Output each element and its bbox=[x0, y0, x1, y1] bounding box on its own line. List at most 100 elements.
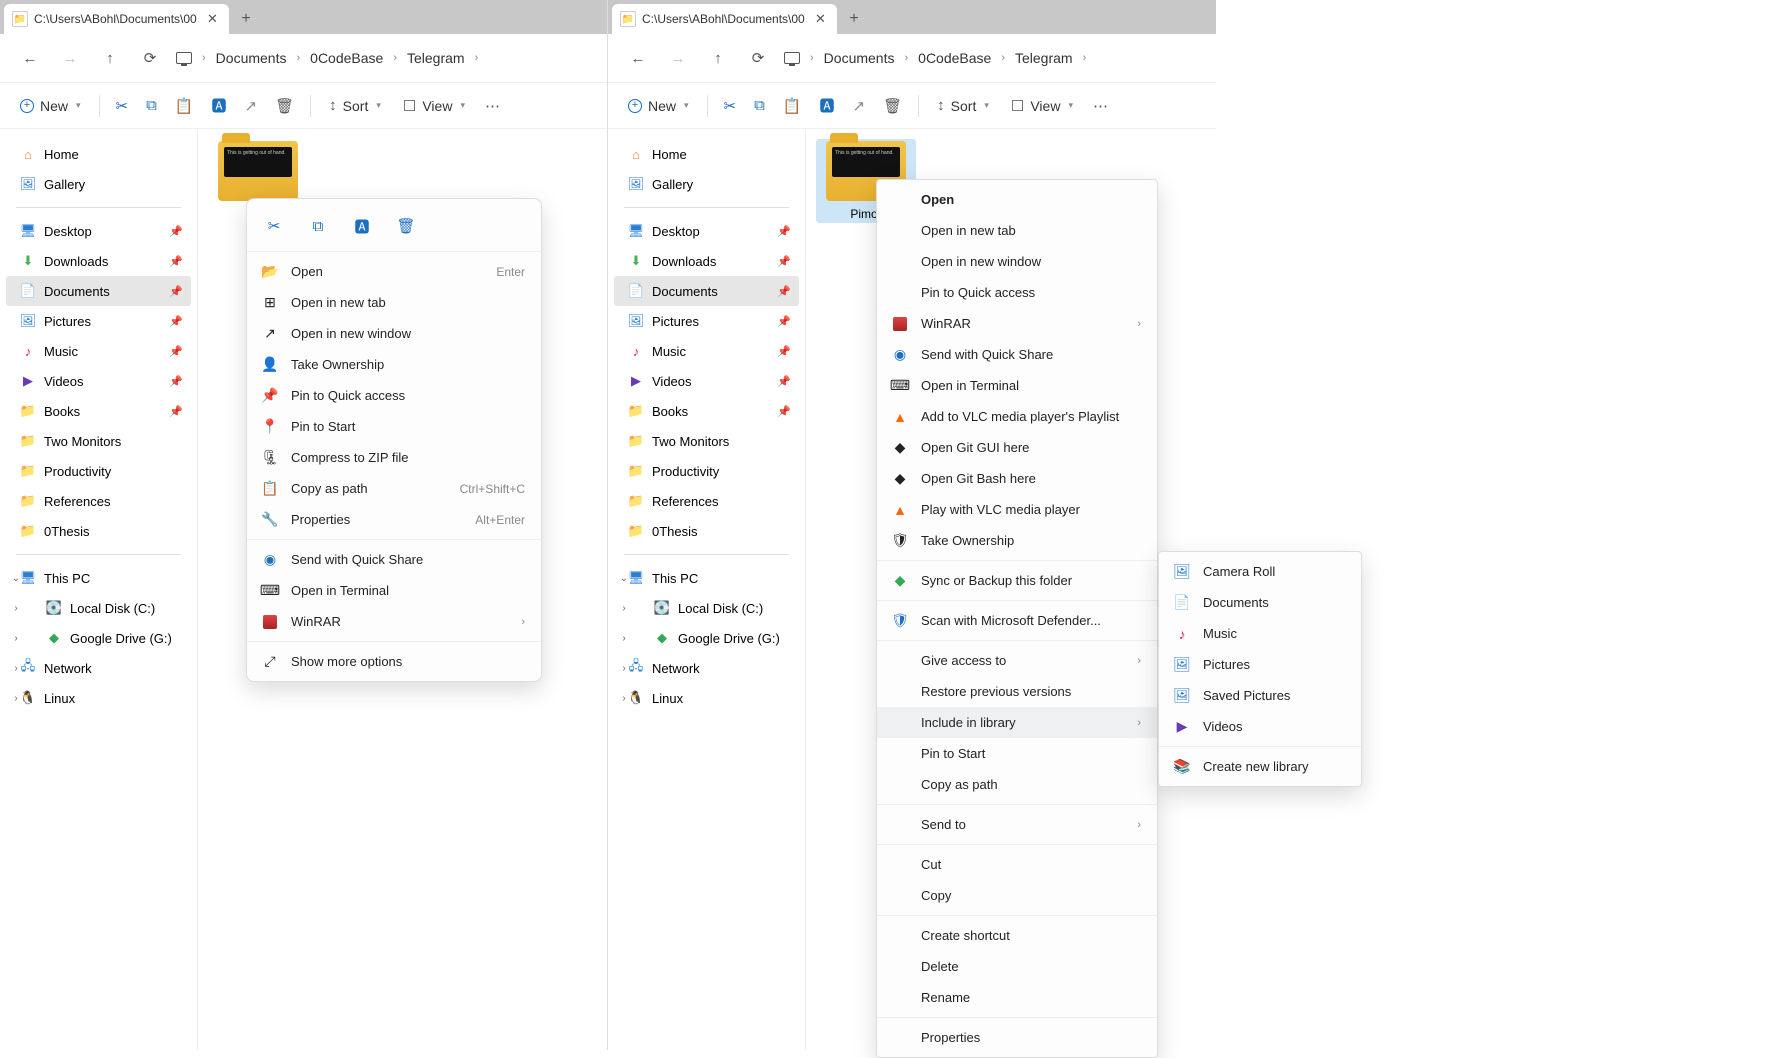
nav-network[interactable]: ›🖧Network bbox=[6, 653, 191, 683]
ctx-delete-icon[interactable]: 🗑 bbox=[389, 209, 423, 243]
ctx-sync-backup[interactable]: ◆Sync or Backup this folder bbox=[877, 565, 1157, 596]
copy-button[interactable]: ⧉ bbox=[746, 89, 773, 123]
ctx-open[interactable]: Open bbox=[877, 184, 1157, 215]
view-button[interactable]: ☐View▾ bbox=[393, 89, 475, 123]
up-button[interactable]: ↑ bbox=[700, 40, 736, 76]
ctx-open-window[interactable]: Open in new window bbox=[877, 246, 1157, 277]
share-button[interactable]: ↗ bbox=[237, 89, 266, 123]
nav-linux[interactable]: ›🐧Linux bbox=[6, 683, 191, 713]
ctx-take-ownership[interactable]: 🛡Take Ownership bbox=[877, 525, 1157, 556]
nav-gallery[interactable]: 🖼Gallery bbox=[6, 169, 191, 199]
ctx-rename[interactable]: Rename bbox=[877, 982, 1157, 1013]
ctx-create-shortcut[interactable]: Create shortcut bbox=[877, 920, 1157, 951]
chevron-down-icon[interactable]: ⌄ bbox=[10, 573, 22, 584]
lib-saved-pictures[interactable]: 🖼Saved Pictures bbox=[1159, 680, 1361, 711]
lib-create-new[interactable]: 📚Create new library bbox=[1159, 751, 1361, 782]
new-button[interactable]: +New▾ bbox=[618, 89, 699, 123]
paste-button[interactable]: 📋 bbox=[775, 89, 810, 123]
ctx-copy[interactable]: Copy bbox=[877, 880, 1157, 911]
ctx-open-terminal[interactable]: ⌨Open in Terminal bbox=[247, 575, 541, 606]
nav-google-drive[interactable]: ›◆Google Drive (G:) bbox=[6, 623, 191, 653]
nav-videos[interactable]: ▶Videos📌 bbox=[6, 366, 191, 396]
ctx-pin-quick-access[interactable]: Pin to Quick access bbox=[877, 277, 1157, 308]
ctx-restore-versions[interactable]: Restore previous versions bbox=[877, 676, 1157, 707]
lib-videos[interactable]: ▶Videos bbox=[1159, 711, 1361, 742]
ctx-copy-path[interactable]: Copy as path bbox=[877, 769, 1157, 800]
ctx-give-access[interactable]: Give access to› bbox=[877, 645, 1157, 676]
sort-button[interactable]: ↕Sort▾ bbox=[927, 89, 999, 123]
close-tab-icon[interactable]: ✕ bbox=[815, 11, 829, 27]
nav-two-monitors[interactable]: 📁Two Monitors bbox=[6, 426, 191, 456]
share-button[interactable]: ↗ bbox=[845, 89, 874, 123]
ctx-defender[interactable]: 🛡Scan with Microsoft Defender... bbox=[877, 605, 1157, 636]
new-tab-button[interactable]: + bbox=[837, 4, 871, 34]
nav-downloads[interactable]: ⬇Downloads📌 bbox=[6, 246, 191, 276]
new-button[interactable]: +New▾ bbox=[10, 89, 91, 123]
ctx-git-bash[interactable]: ◆Open Git Bash here bbox=[877, 463, 1157, 494]
delete-button[interactable]: 🗑 bbox=[267, 89, 302, 123]
lib-music[interactable]: ♪Music bbox=[1159, 618, 1361, 649]
forward-button[interactable]: → bbox=[52, 40, 88, 76]
ctx-cut-icon[interactable]: ✂ bbox=[257, 209, 291, 243]
refresh-button[interactable]: ⟳ bbox=[132, 40, 168, 76]
ctx-quick-share[interactable]: ◉Send with Quick Share bbox=[877, 339, 1157, 370]
ctx-pin-quick-access[interactable]: 📌Pin to Quick access bbox=[247, 380, 541, 411]
ctx-winrar[interactable]: WinRAR› bbox=[247, 606, 541, 637]
nav-documents[interactable]: 📄Documents📌 bbox=[6, 276, 191, 306]
crumb-documents[interactable]: Documents bbox=[216, 50, 287, 66]
nav-references[interactable]: 📁References bbox=[6, 486, 191, 516]
ctx-quick-share[interactable]: ◉Send with Quick Share bbox=[247, 544, 541, 575]
nav-desktop[interactable]: 🖥Desktop📌 bbox=[6, 216, 191, 246]
close-tab-icon[interactable]: ✕ bbox=[207, 11, 221, 27]
forward-button[interactable]: → bbox=[660, 40, 696, 76]
new-tab-button[interactable]: + bbox=[229, 4, 263, 34]
ctx-pin-start[interactable]: Pin to Start bbox=[877, 738, 1157, 769]
ctx-compress-zip[interactable]: 🗜Compress to ZIP file bbox=[247, 442, 541, 473]
ctx-git-gui[interactable]: ◆Open Git GUI here bbox=[877, 432, 1157, 463]
ctx-open-window[interactable]: ↗Open in new window bbox=[247, 318, 541, 349]
ctx-vlc-play[interactable]: ▲Play with VLC media player bbox=[877, 494, 1157, 525]
ctx-copy-path[interactable]: 📋Copy as pathCtrl+Shift+C bbox=[247, 473, 541, 504]
ctx-open[interactable]: 📂OpenEnter bbox=[247, 256, 541, 287]
breadcrumb[interactable]: › Documents› 0CodeBase› Telegram› bbox=[784, 50, 1096, 66]
crumb-codebase[interactable]: 0CodeBase bbox=[310, 50, 383, 66]
more-button[interactable]: ⋯ bbox=[477, 89, 508, 123]
rename-button[interactable]: 🅰 bbox=[204, 89, 235, 123]
ctx-rename-icon[interactable]: 🅰 bbox=[345, 209, 379, 243]
ctx-open-tab[interactable]: ⊞Open in new tab bbox=[247, 287, 541, 318]
window-tab[interactable]: 📁 C:\Users\ABohl\Documents\00 ✕ bbox=[4, 4, 229, 34]
chevron-right-icon[interactable]: › bbox=[10, 603, 22, 614]
ctx-take-ownership[interactable]: 👤Take Ownership bbox=[247, 349, 541, 380]
nav-productivity[interactable]: 📁Productivity bbox=[6, 456, 191, 486]
delete-button[interactable]: 🗑 bbox=[875, 89, 910, 123]
paste-button[interactable]: 📋 bbox=[167, 89, 202, 123]
breadcrumb[interactable]: › Documents › 0CodeBase › Telegram › bbox=[176, 50, 488, 66]
ctx-delete[interactable]: Delete bbox=[877, 951, 1157, 982]
nav-local-disk[interactable]: ›💽Local Disk (C:) bbox=[6, 593, 191, 623]
copy-button[interactable]: ⧉ bbox=[138, 89, 165, 123]
cut-button[interactable]: ✂ bbox=[716, 89, 745, 123]
crumb-telegram[interactable]: Telegram bbox=[407, 50, 465, 66]
window-tab[interactable]: 📁 C:\Users\ABohl\Documents\00 ✕ bbox=[612, 4, 837, 34]
ctx-winrar[interactable]: WinRAR› bbox=[877, 308, 1157, 339]
lib-camera-roll[interactable]: 🖼Camera Roll bbox=[1159, 556, 1361, 587]
nav-music[interactable]: ♪Music📌 bbox=[6, 336, 191, 366]
ctx-cut[interactable]: Cut bbox=[877, 849, 1157, 880]
back-button[interactable]: ← bbox=[620, 40, 656, 76]
nav-home[interactable]: ⌂Home bbox=[6, 139, 191, 169]
back-button[interactable]: ← bbox=[12, 40, 48, 76]
ctx-include-library[interactable]: Include in library› bbox=[877, 707, 1157, 738]
more-button[interactable]: ⋯ bbox=[1085, 89, 1116, 123]
ctx-properties[interactable]: Properties bbox=[877, 1022, 1157, 1053]
rename-button[interactable]: 🅰 bbox=[812, 89, 843, 123]
nav-pictures[interactable]: 🖼Pictures📌 bbox=[6, 306, 191, 336]
ctx-vlc-playlist[interactable]: ▲Add to VLC media player's Playlist bbox=[877, 401, 1157, 432]
nav-this-pc[interactable]: ⌄🖥This PC bbox=[6, 563, 191, 593]
lib-pictures[interactable]: 🖼Pictures bbox=[1159, 649, 1361, 680]
ctx-copy-icon[interactable]: ⧉ bbox=[301, 209, 335, 243]
nav-thesis[interactable]: 📁0Thesis bbox=[6, 516, 191, 546]
up-button[interactable]: ↑ bbox=[92, 40, 128, 76]
ctx-send-to[interactable]: Send to› bbox=[877, 809, 1157, 840]
sort-button[interactable]: ↕Sort▾ bbox=[319, 89, 391, 123]
refresh-button[interactable]: ⟳ bbox=[740, 40, 776, 76]
